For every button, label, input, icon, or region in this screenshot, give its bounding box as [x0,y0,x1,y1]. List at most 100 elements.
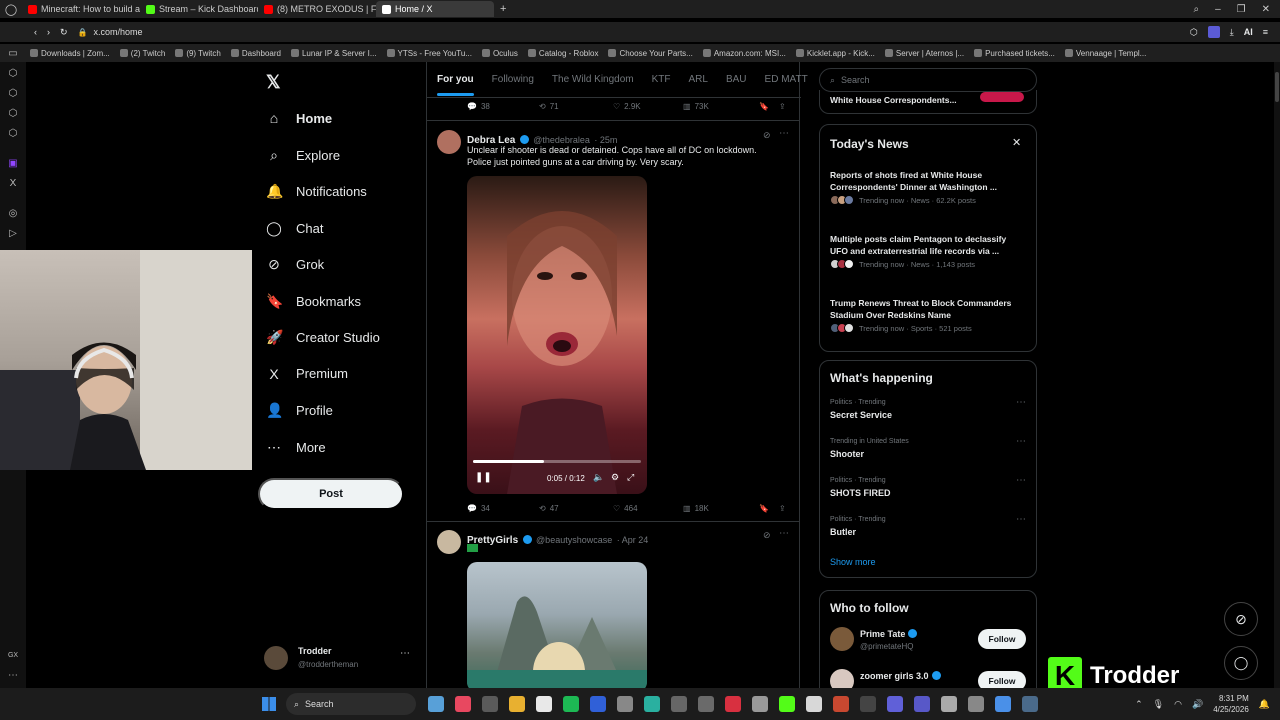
more-options-icon[interactable]: ⋯ [1016,475,1026,486]
bookmark-item[interactable]: Downloads | Zom... [30,49,110,58]
like-button[interactable]: ♡ 464 [613,504,683,513]
more-options-icon[interactable]: ⋯ [779,528,789,539]
back-icon[interactable]: ‹ [34,27,37,37]
follow-button[interactable]: Follow [978,629,1026,649]
taskbar-app-icon[interactable] [968,696,984,712]
post-button[interactable]: Post [258,478,404,510]
grok-float-icon[interactable]: ⊘ [1224,602,1258,636]
reply-button[interactable]: 💬 34 [467,504,539,513]
account-switcher[interactable]: Trodder @troddertheman ⋯ [264,644,414,674]
feed-tab[interactable]: The Wild Kingdom [552,74,634,85]
bookmark-item[interactable]: Catalog - Roblox [527,49,598,58]
nav-item-grok[interactable]: ⊘ Grok [266,256,324,273]
repost-button[interactable]: ⟲ 71 [539,102,613,111]
fullscreen-icon[interactable]: ⤢ [627,472,634,483]
volume-icon[interactable]: 🔊 [1192,699,1203,710]
taskbar-app-icon[interactable] [590,696,606,712]
bookmark-item[interactable]: Purchased tickets... [974,49,1055,58]
trending-card-prev[interactable]: White House Correspondents... [819,90,1037,114]
taskbar-app-icon[interactable] [995,696,1011,712]
follow-button[interactable]: Follow [978,671,1026,688]
video-progress-track[interactable] [473,460,641,463]
nav-item-profile[interactable]: 👤 Profile [266,402,333,419]
bookmark-icon[interactable]: 🔖 [759,504,779,513]
nav-item-notifications[interactable]: 🔔 Notifications [266,183,367,200]
profile-icon[interactable] [1207,26,1220,38]
menu-icon[interactable]: ≡ [1263,27,1268,37]
settings-icon[interactable]: ⚙ [611,472,619,483]
nav-item-more[interactable]: ⋯ More [266,439,326,456]
bookmark-item[interactable]: Server | Aternos |... [884,49,964,58]
x-icon[interactable]: X [7,178,19,190]
grok-icon[interactable]: ⊘ [763,130,771,141]
search-input[interactable]: ⌕ Search [819,68,1037,92]
start-icon[interactable] [262,697,276,711]
bookmark-item[interactable]: (2) Twitch [119,49,165,58]
show-more-link[interactable]: Show more [830,557,876,567]
close-window-icon[interactable]: ✕ [1262,4,1270,15]
x-logo-icon[interactable]: 𝕏 [266,72,281,93]
taskbar-app-icon[interactable] [806,696,822,712]
more-options-icon[interactable]: ⋯ [1016,397,1026,408]
sidebar-app-icon[interactable]: ⬡ [7,128,19,140]
browser-tab[interactable]: Stream – Kick Dashboard [140,1,258,17]
bookmark-item[interactable]: YTSs - Free YouTu... [386,49,472,58]
minimize-icon[interactable]: – [1215,4,1221,15]
views-count[interactable]: ▥ 73K [683,102,759,111]
taskbar-app-icon[interactable] [887,696,903,712]
taskbar-app-icon[interactable] [833,696,849,712]
nav-item-chat[interactable]: ◯ Chat [266,220,323,237]
author-avatar[interactable] [437,530,461,554]
post[interactable]: PrettyGirls @beautyshowcase · Apr 24 ⊘ ⋯ [427,522,799,688]
taskbar-app-icon[interactable] [698,696,714,712]
post-image[interactable] [467,562,647,688]
reload-icon[interactable]: ↻ [60,27,68,38]
twitch-icon[interactable]: ▣ [7,158,19,170]
forward-icon[interactable]: › [47,27,50,37]
messenger-icon[interactable]: ▭ [7,48,19,60]
bookmark-item[interactable]: Amazon.com: MSI... [702,49,786,58]
browser-tab[interactable]: (8) METRO EXODUS | FUL [258,1,376,17]
nav-item-premium[interactable]: X Premium [266,366,348,382]
notifications-icon[interactable]: 🔔 [1259,699,1270,710]
browser-tab[interactable]: Minecraft: How to build a [22,1,140,17]
post-video[interactable]: ❚❚ 0:05 / 0:12 🔈 ⚙ ⤢ [467,176,647,494]
taskbar-app-icon[interactable] [536,696,552,712]
nav-item-explore[interactable]: ⌕ Explore [266,147,340,164]
new-tab-icon[interactable]: + [500,3,506,15]
nav-item-bookmarks[interactable]: 🔖 Bookmarks [266,293,361,310]
taskbar-app-icon[interactable] [428,696,444,712]
maximize-icon[interactable]: ❐ [1237,4,1246,15]
bookmark-item[interactable]: Kicklet.app - Kick... [795,49,875,58]
taskbar-search[interactable]: ⌕ Search [286,693,416,715]
taskbar-app-icon[interactable] [509,696,525,712]
nav-item-creator-studio[interactable]: 🚀 Creator Studio [266,329,380,346]
more-icon[interactable]: ⋯ [400,648,410,659]
more-options-icon[interactable]: ⋯ [779,128,789,139]
bookmark-item[interactable]: (9) Twitch [175,49,221,58]
sidebar-app-icon[interactable]: ◎ [7,208,19,220]
taskbar-app-icon[interactable] [941,696,957,712]
avatar[interactable] [830,627,854,651]
download-icon[interactable]: ⤓ [1230,27,1234,38]
wifi-icon[interactable]: ◠ [1174,699,1182,710]
scrollbar[interactable] [1274,62,1280,688]
repost-button[interactable]: ⟲ 47 [539,504,613,513]
taskbar-app-icon[interactable] [914,696,930,712]
volume-icon[interactable]: 🔈 [593,472,604,483]
taskbar-app-icon[interactable] [779,696,795,712]
scrollbar-thumb[interactable] [1275,72,1279,102]
clock[interactable]: 8:31 PM 4/25/2026 [1213,693,1249,715]
grok-icon[interactable]: ⊘ [763,530,771,541]
feed-tab[interactable]: For you [437,74,474,96]
chat-float-icon[interactable]: ◯ [1224,646,1258,680]
feed-tab[interactable]: Following [492,74,534,85]
taskbar-app-icon[interactable] [752,696,768,712]
post[interactable]: Debra Lea @thedebralea · 25m ⊘ ⋯ Unclear… [427,120,799,520]
taskbar-app-icon[interactable] [563,696,579,712]
url-field[interactable]: x.com/home [94,27,994,37]
feed-tab[interactable]: ED MATT [765,74,808,85]
reply-button[interactable]: 💬 38 [467,102,539,111]
taskbar-app-icon[interactable] [671,696,687,712]
more-options-icon[interactable]: ⋯ [1016,514,1026,525]
